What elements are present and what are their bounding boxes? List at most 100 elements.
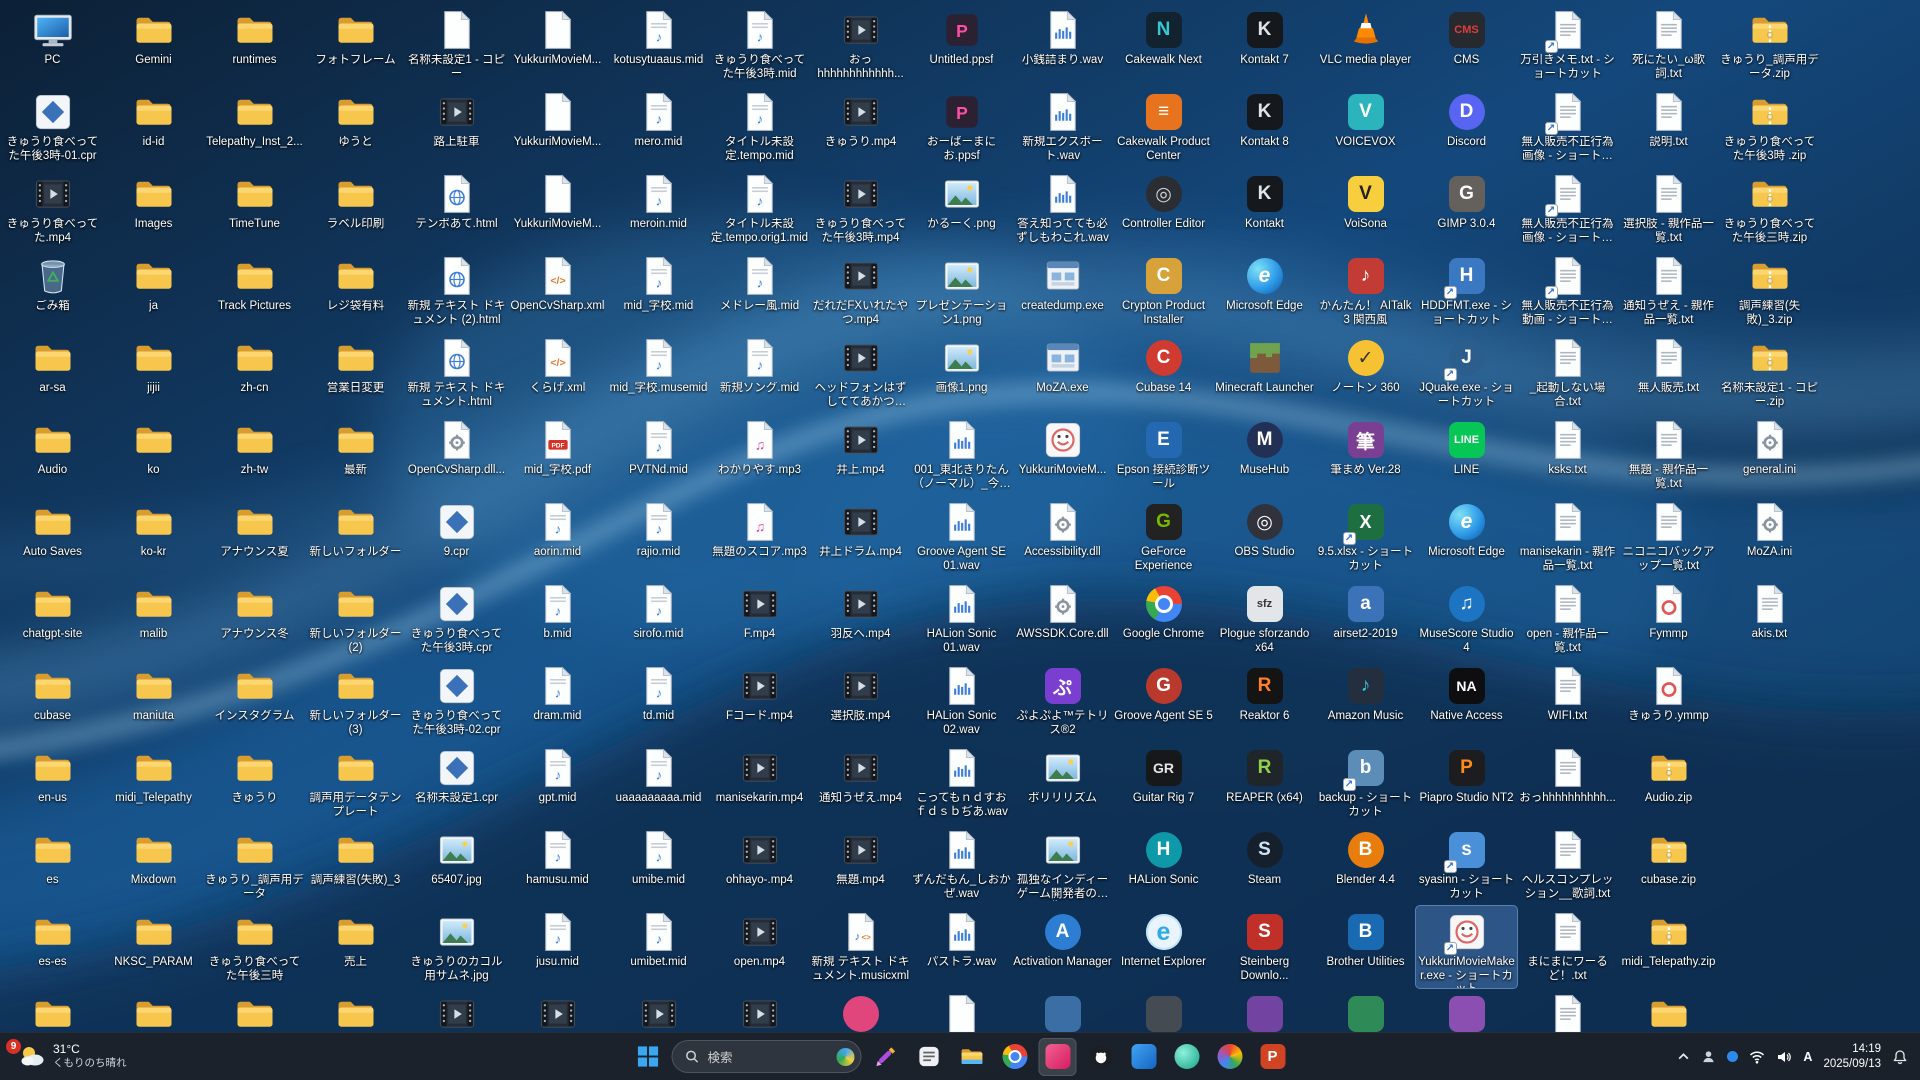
desktop-icon[interactable]: 選択肢 - 親作品一覧.txt <box>1618 168 1719 250</box>
desktop-icon[interactable]: ポリリリズム <box>1012 742 1113 824</box>
desktop-icon[interactable]: NA Native Access <box>1416 660 1517 742</box>
desktop-icon[interactable]: ✓ ノートン 360 <box>1315 332 1416 414</box>
desktop-icon[interactable]: きゅうり_調声用データ <box>204 824 305 906</box>
desktop-icon[interactable]: Audio.zip <box>1618 742 1719 824</box>
desktop-icon[interactable]: プレゼンテーション1.png <box>911 250 1012 332</box>
desktop-icon[interactable]: 9.cpr <box>406 496 507 578</box>
desktop-icon[interactable]: ♪ 新規ソング.mid <box>709 332 810 414</box>
desktop-icon[interactable]: ♪ mid_字校.mid <box>608 250 709 332</box>
desktop-icon[interactable]: X ↗ 9.5.xlsx - ショートカット <box>1315 496 1416 578</box>
desktop-icon[interactable]: きゅうり食べってた午後3時-02.cpr <box>406 660 507 742</box>
taskbar-app-teal-app[interactable] <box>1168 1038 1206 1076</box>
tray-blue-dot-icon[interactable] <box>1727 1051 1739 1062</box>
desktop-icon[interactable]: K Kontakt 7 <box>1214 4 1315 86</box>
desktop-icon[interactable]: a airset2-2019 <box>1315 578 1416 660</box>
desktop-icon[interactable]: G GIMP 3.0.4 <box>1416 168 1517 250</box>
desktop-icon[interactable]: sfz Plogue sforzando x64 <box>1214 578 1315 660</box>
desktop-icon[interactable]: maniuta <box>103 660 204 742</box>
desktop-icon[interactable]: YukkuriMovieM... <box>1012 414 1113 496</box>
taskbar-app-github-desktop[interactable] <box>1082 1038 1120 1076</box>
desktop-icon[interactable]: open.mp4 <box>709 906 810 988</box>
desktop-icon[interactable]: Mixdown <box>103 824 204 906</box>
desktop-icon[interactable]: PDF mid_字校.pdf <box>507 414 608 496</box>
desktop-icon[interactable]: ♪ td.mid <box>608 660 709 742</box>
desktop-icon[interactable]: 新しいフォルダー (2) <box>305 578 406 660</box>
desktop-icon[interactable]: 新しいフォルダー <box>305 496 406 578</box>
desktop-icon[interactable]: こってもｎｄすおｆｄｓｂぢあ.wav <box>911 742 1012 824</box>
desktop-icon[interactable]: 筆筆まめ Ver.28 <box>1315 414 1416 496</box>
desktop-icon[interactable]: ↗無人販売不正行為画像 - ショートカッ... <box>1517 86 1618 168</box>
desktop-icon[interactable]: HALion Sonic 01.wav <box>911 578 1012 660</box>
desktop-icon[interactable]: ar-sa <box>2 332 103 414</box>
desktop-icon[interactable]: B Brother Utilities <box>1315 906 1416 988</box>
desktop-icon[interactable]: </> くらげ.xml <box>507 332 608 414</box>
desktop-icon[interactable]: 調声用データテンプレート <box>305 742 406 824</box>
desktop-icon[interactable]: ♫ MuseScore Studio 4 <box>1416 578 1517 660</box>
desktop-icon[interactable]: きゅうり_調声用データ.zip <box>1719 4 1820 86</box>
desktop-icon[interactable]: G Groove Agent SE 5 <box>1113 660 1214 742</box>
desktop-icon[interactable]: ♪ PVTNd.mid <box>608 414 709 496</box>
desktop-icon[interactable]: だれだFXいれたやつ.mp4 <box>810 250 911 332</box>
desktop-icon[interactable]: ♪ uaaaaaaaaa.mid <box>608 742 709 824</box>
desktop-icon[interactable]: ksks.txt <box>1517 414 1618 496</box>
desktop-icon[interactable]: ♪ gpt.mid <box>507 742 608 824</box>
desktop-icon[interactable]: YukkuriMovieM... <box>507 168 608 250</box>
desktop-icon[interactable]: ↗ 万引きメモ.txt - ショートカット <box>1517 4 1618 86</box>
desktop-icon[interactable]: b ↗ backup - ショートカット <box>1315 742 1416 824</box>
desktop-icon[interactable]: ko-kr <box>103 496 204 578</box>
search-input[interactable]: 検索 <box>671 1040 862 1073</box>
desktop-icon[interactable]: きゅうりのカコル用サムネ.jpg <box>406 906 507 988</box>
desktop-icon[interactable]: きゅうり食べってた午後三時.zip <box>1719 168 1820 250</box>
desktop-icon[interactable]: Fコード.mp4 <box>709 660 810 742</box>
desktop-icon[interactable]: Telepathy_Inst_2... <box>204 86 305 168</box>
desktop-icon[interactable]: midi_Telepathy.zip <box>1618 906 1719 988</box>
desktop-icon[interactable]: es <box>2 824 103 906</box>
start-button[interactable] <box>629 1038 667 1076</box>
desktop-icon[interactable]: かるーく.png <box>911 168 1012 250</box>
desktop-icon[interactable]: おっhhhhhhhhhh... <box>1517 742 1618 824</box>
desktop-icon[interactable]: きゅうり.mp4 <box>810 86 911 168</box>
desktop-icon[interactable]: HALion Sonic 02.wav <box>911 660 1012 742</box>
desktop-icon[interactable]: ぷぷよぷよ™テトリス®2 <box>1012 660 1113 742</box>
desktop-icon[interactable]: きゅうり食べってた午後三時 <box>204 906 305 988</box>
desktop-icon[interactable]: S Steinberg Downlo... <box>1214 906 1315 988</box>
desktop-icon[interactable]: K Kontakt <box>1214 168 1315 250</box>
desktop-icon[interactable]: レジ袋有料 <box>305 250 406 332</box>
desktop-icon[interactable]: AWSSDK.Core.dll <box>1012 578 1113 660</box>
desktop-icon[interactable]: 説明.txt <box>1618 86 1719 168</box>
desktop-icon[interactable]: e Internet Explorer <box>1113 906 1214 988</box>
desktop-icon[interactable]: e Microsoft Edge <box>1214 250 1315 332</box>
desktop-icon[interactable]: 新規 テキスト ドキュメント.html <box>406 332 507 414</box>
desktop-icon[interactable]: 65407.jpg <box>406 824 507 906</box>
desktop-icon[interactable]: ♪ sirofo.mid <box>608 578 709 660</box>
desktop-icon[interactable]: ♪ b.mid <box>507 578 608 660</box>
desktop-icon[interactable]: 新しいフォルダー (3) <box>305 660 406 742</box>
desktop-icon[interactable]: CMS CMS <box>1416 4 1517 86</box>
desktop-icon[interactable]: PC <box>2 4 103 86</box>
desktop-icon[interactable]: WIFI.txt <box>1517 660 1618 742</box>
desktop-icon[interactable]: malib <box>103 578 204 660</box>
desktop-icon[interactable]: TimeTune <box>204 168 305 250</box>
weather-widget[interactable]: 9 31°C くもりのち晴れ <box>6 1039 135 1073</box>
desktop-icon[interactable]: インスタグラム <box>204 660 305 742</box>
ime-indicator[interactable]: A <box>1803 1050 1812 1064</box>
desktop-icon[interactable]: ♪ kotusytuaaus.mid <box>608 4 709 86</box>
desktop-icon[interactable]: ♪ umibe.mid <box>608 824 709 906</box>
tray-clock[interactable]: 14:19 2025/09/13 <box>1823 1042 1881 1071</box>
desktop-icon[interactable]: ♪ jusu.mid <box>507 906 608 988</box>
desktop-icon[interactable]: C Cubase 14 <box>1113 332 1214 414</box>
desktop-icon[interactable]: s ↗ syasinn - ショートカット <box>1416 824 1517 906</box>
desktop-icon[interactable]: 最新 <box>305 414 406 496</box>
desktop-icon[interactable]: Minecraft Launcher <box>1214 332 1315 414</box>
desktop-icon[interactable]: 売上 <box>305 906 406 988</box>
desktop-icon[interactable]: 選択肢.mp4 <box>810 660 911 742</box>
desktop-icon[interactable]: ♪ umibet.mid <box>608 906 709 988</box>
desktop-icon[interactable]: ◎ OBS Studio <box>1214 496 1315 578</box>
desktop-icon[interactable]: H HALion Sonic <box>1113 824 1214 906</box>
desktop-icon[interactable]: 画像1.png <box>911 332 1012 414</box>
desktop-icon[interactable]: ♪ dram.mid <box>507 660 608 742</box>
desktop-icon[interactable]: Track Pictures <box>204 250 305 332</box>
taskbar-app-yukkuri-movie-maker[interactable] <box>1038 1037 1077 1076</box>
desktop-icon[interactable]: YukkuriMovieM... <box>507 86 608 168</box>
desktop-icon[interactable]: zh-cn <box>204 332 305 414</box>
